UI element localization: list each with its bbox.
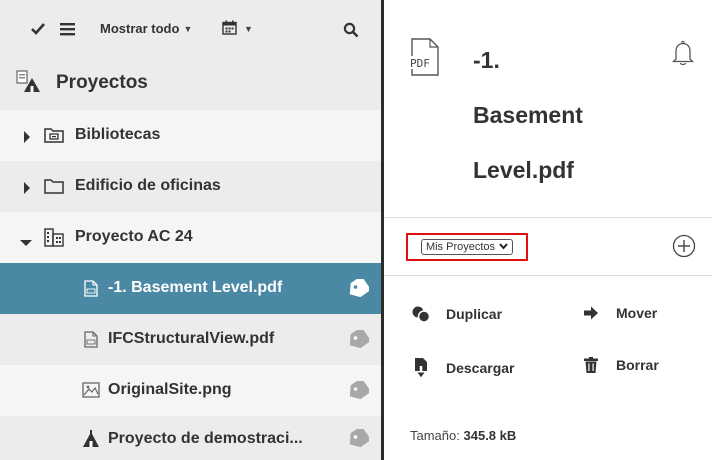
show-all-dropdown[interactable]: Mostrar todo ▼: [100, 21, 192, 36]
project-select-highlight: Mis Proyectos: [406, 233, 528, 261]
tree-root-projects[interactable]: Proyectos: [0, 58, 381, 110]
tree-item-libraries[interactable]: Bibliotecas: [0, 110, 381, 161]
duplicate-label: Duplicar: [446, 306, 503, 322]
tree-item-label: OriginalSite.png: [108, 381, 232, 398]
list-icon[interactable]: [60, 23, 75, 41]
building-icon: [44, 227, 64, 252]
tree-toolbar: Mostrar todo ▼ ▼: [0, 0, 381, 62]
expand-arrow-icon[interactable]: [23, 130, 31, 148]
tree-item-label: Proyecto AC 24: [75, 228, 193, 245]
chevron-down-icon: ▼: [244, 24, 253, 34]
project-select-value: Mis Proyectos: [425, 241, 496, 253]
tree-item-ifc-pdf[interactable]: IFCStructuralView.pdf: [0, 314, 381, 365]
tree-item-label: Edificio de oficinas: [75, 177, 221, 194]
pdf-file-icon: [84, 331, 98, 353]
chevron-down-icon: [499, 241, 508, 253]
tree-item-demo-project[interactable]: Proyecto de demostraci...: [0, 416, 381, 460]
tag-icon[interactable]: [347, 377, 372, 405]
divider-line: [384, 275, 712, 276]
size-value: 345.8 kB: [463, 428, 517, 443]
image-file-icon: [82, 382, 100, 403]
tree-item-label: Proyecto de demostraci...: [108, 430, 303, 447]
calendar-dropdown[interactable]: ▼: [222, 20, 253, 38]
move-action[interactable]: Mover: [580, 305, 657, 321]
projects-root-label: Proyectos: [56, 72, 148, 93]
collapse-arrow-icon[interactable]: [20, 234, 32, 252]
pdf-file-icon: [84, 280, 98, 302]
tree-item-office-building[interactable]: Edificio de oficinas: [0, 161, 381, 212]
tag-icon[interactable]: [347, 275, 372, 303]
delete-action[interactable]: Borrar: [580, 357, 659, 373]
calendar-icon: [222, 20, 237, 38]
tree-item-label: Bibliotecas: [75, 126, 161, 143]
file-title-line-2: Basement: [473, 102, 583, 128]
download-icon: [410, 357, 432, 379]
project-tree-panel: Mostrar todo ▼ ▼ Proyectos Bibliotecas E…: [0, 0, 381, 460]
check-icon[interactable]: [30, 22, 46, 41]
library-folder-icon: [44, 127, 64, 148]
tag-icon[interactable]: [347, 425, 372, 453]
trash-icon: [580, 357, 602, 373]
pdf-document-icon: PDF: [408, 38, 442, 81]
tree-item-basement-pdf[interactable]: -1. Basement Level.pdf: [0, 263, 381, 314]
demo-project-icon: [82, 430, 100, 453]
tree-item-label: -1. Basement Level.pdf: [108, 279, 283, 296]
download-label: Descargar: [446, 360, 515, 376]
delete-label: Borrar: [616, 357, 659, 373]
chevron-down-icon: ▼: [183, 23, 193, 34]
add-circle-icon[interactable]: [672, 234, 696, 263]
divider-line: [384, 217, 712, 218]
move-label: Mover: [616, 305, 658, 321]
download-action[interactable]: Descargar: [410, 357, 515, 379]
expand-arrow-icon[interactable]: [23, 181, 31, 199]
project-select[interactable]: Mis Proyectos: [420, 239, 514, 255]
projects-root-icon: [16, 70, 42, 100]
tree-item-project-ac24[interactable]: Proyecto AC 24: [0, 212, 381, 263]
show-all-label: Mostrar todo: [100, 21, 180, 36]
file-detail-panel: PDF -1. Basement Level.pdf Mis Proyectos…: [384, 0, 712, 460]
folder-icon: [44, 178, 64, 199]
file-type-label: PDF: [410, 57, 430, 70]
bell-icon[interactable]: [671, 40, 695, 71]
file-size: Tamaño: 345.8 kB: [410, 428, 516, 443]
duplicate-icon: [410, 305, 432, 323]
search-icon[interactable]: [343, 22, 359, 43]
tag-icon[interactable]: [347, 326, 372, 354]
file-title-line-3: Level.pdf: [473, 157, 574, 183]
tree-item-original-site-png[interactable]: OriginalSite.png: [0, 365, 381, 416]
tree-item-label: IFCStructuralView.pdf: [108, 330, 275, 347]
size-label: Tamaño:: [410, 428, 460, 443]
file-title-line-1: -1.: [473, 47, 500, 73]
duplicate-action[interactable]: Duplicar: [410, 305, 502, 323]
arrow-right-icon: [580, 306, 602, 320]
